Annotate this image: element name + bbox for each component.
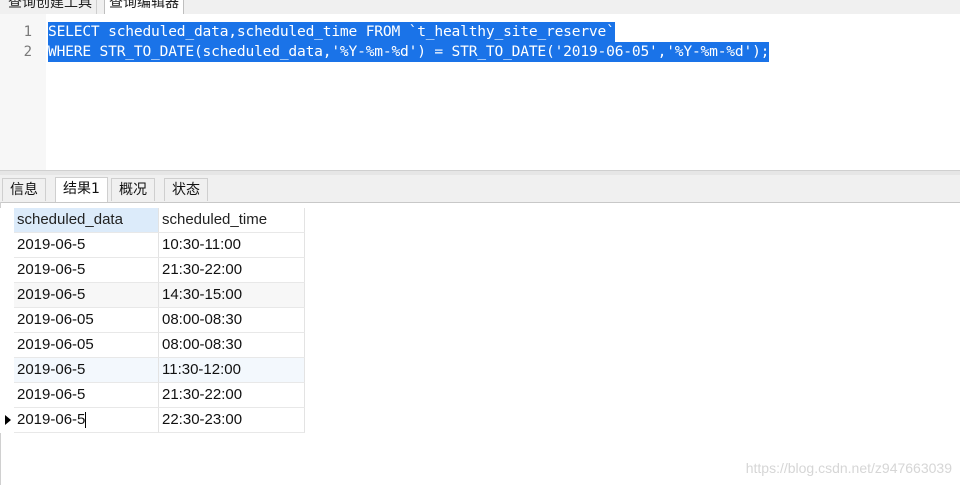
table-cell[interactable]: 10:30-11:00 (159, 233, 305, 258)
table-cell[interactable]: 21:30-22:00 (159, 258, 305, 283)
tab-profile[interactable]: 概况 (111, 178, 155, 201)
table-row[interactable]: 2019-06-5 10:30-11:00 (0, 233, 305, 258)
tab-query-builder[interactable]: 查询创建工具 (4, 0, 97, 14)
table-cell[interactable]: 2019-06-5 (14, 283, 159, 308)
table-cell[interactable]: 11:30-12:00 (159, 358, 305, 383)
tab-query-editor[interactable]: 查询编辑器 (104, 0, 184, 14)
table-row[interactable]: 2019-06-05 08:00-08:30 (0, 333, 305, 358)
table-cell[interactable]: 2019-06-05 (14, 333, 159, 358)
table-cell[interactable]: 2019-06-5 (14, 383, 159, 408)
line-number: 1 (23, 24, 32, 40)
table-row[interactable]: 2019-06-05 08:00-08:30 (0, 308, 305, 333)
table-cell[interactable]: 2019-06-5 (14, 358, 159, 383)
watermark: https://blog.csdn.net/z947663039 (745, 460, 952, 476)
row-indicator[interactable] (0, 308, 14, 333)
table-cell[interactable]: 22:30-23:00 (159, 408, 305, 433)
table-row[interactable]: 2019-06-5 11:30-12:00 (0, 358, 305, 383)
table-row[interactable]: 2019-06-5 14:30-15:00 (0, 283, 305, 308)
sql-editor[interactable]: 1 2 SELECT scheduled_data,scheduled_time… (0, 14, 960, 170)
table-cell[interactable]: 2019-06-05 (14, 308, 159, 333)
tab-info[interactable]: 信息 (2, 178, 46, 201)
table-cell[interactable]: 2019-06-5 (14, 233, 159, 258)
table-cell-editing[interactable]: 2019-06-5 (14, 408, 159, 433)
table-row-current[interactable]: 2019-06-5 22:30-23:00 (0, 408, 305, 433)
text-caret (85, 412, 87, 429)
sql-line-1[interactable]: SELECT scheduled_data,scheduled_time FRO… (48, 22, 615, 42)
line-number: 2 (23, 44, 32, 60)
sql-line-2[interactable]: WHERE STR_TO_DATE(scheduled_data,'%Y-%m-… (48, 42, 769, 62)
tab-status[interactable]: 状态 (164, 178, 208, 201)
row-indicator[interactable] (0, 383, 14, 408)
table-cell[interactable]: 2019-06-5 (14, 258, 159, 283)
column-header[interactable]: scheduled_time (159, 208, 305, 233)
table-row[interactable]: 2019-06-5 21:30-22:00 (0, 383, 305, 408)
tab-result-1[interactable]: 结果1 (55, 177, 108, 202)
line-number-gutter: 1 2 (0, 14, 46, 170)
column-header[interactable]: scheduled_data (14, 208, 159, 233)
table-row[interactable]: 2019-06-5 21:30-22:00 (0, 258, 305, 283)
row-indicator (0, 208, 14, 233)
table-cell[interactable]: 08:00-08:30 (159, 333, 305, 358)
table-cell[interactable]: 08:00-08:30 (159, 308, 305, 333)
row-indicator[interactable] (0, 358, 14, 383)
table-cell[interactable]: 21:30-22:00 (159, 383, 305, 408)
row-indicator[interactable] (0, 408, 14, 433)
row-indicator[interactable] (0, 233, 14, 258)
grid-header-row: scheduled_data scheduled_time (0, 208, 305, 233)
table-cell[interactable]: 14:30-15:00 (159, 283, 305, 308)
current-row-arrow-icon (5, 415, 11, 425)
cell-value[interactable]: 2019-06-5 (17, 411, 85, 428)
row-indicator[interactable] (0, 283, 14, 308)
row-indicator[interactable] (0, 333, 14, 358)
query-window-tabs: 查询创建工具 查询编辑器 (0, 0, 960, 14)
result-tabs: 信息 结果1 概况 状态 (0, 175, 960, 203)
row-indicator[interactable] (0, 258, 14, 283)
